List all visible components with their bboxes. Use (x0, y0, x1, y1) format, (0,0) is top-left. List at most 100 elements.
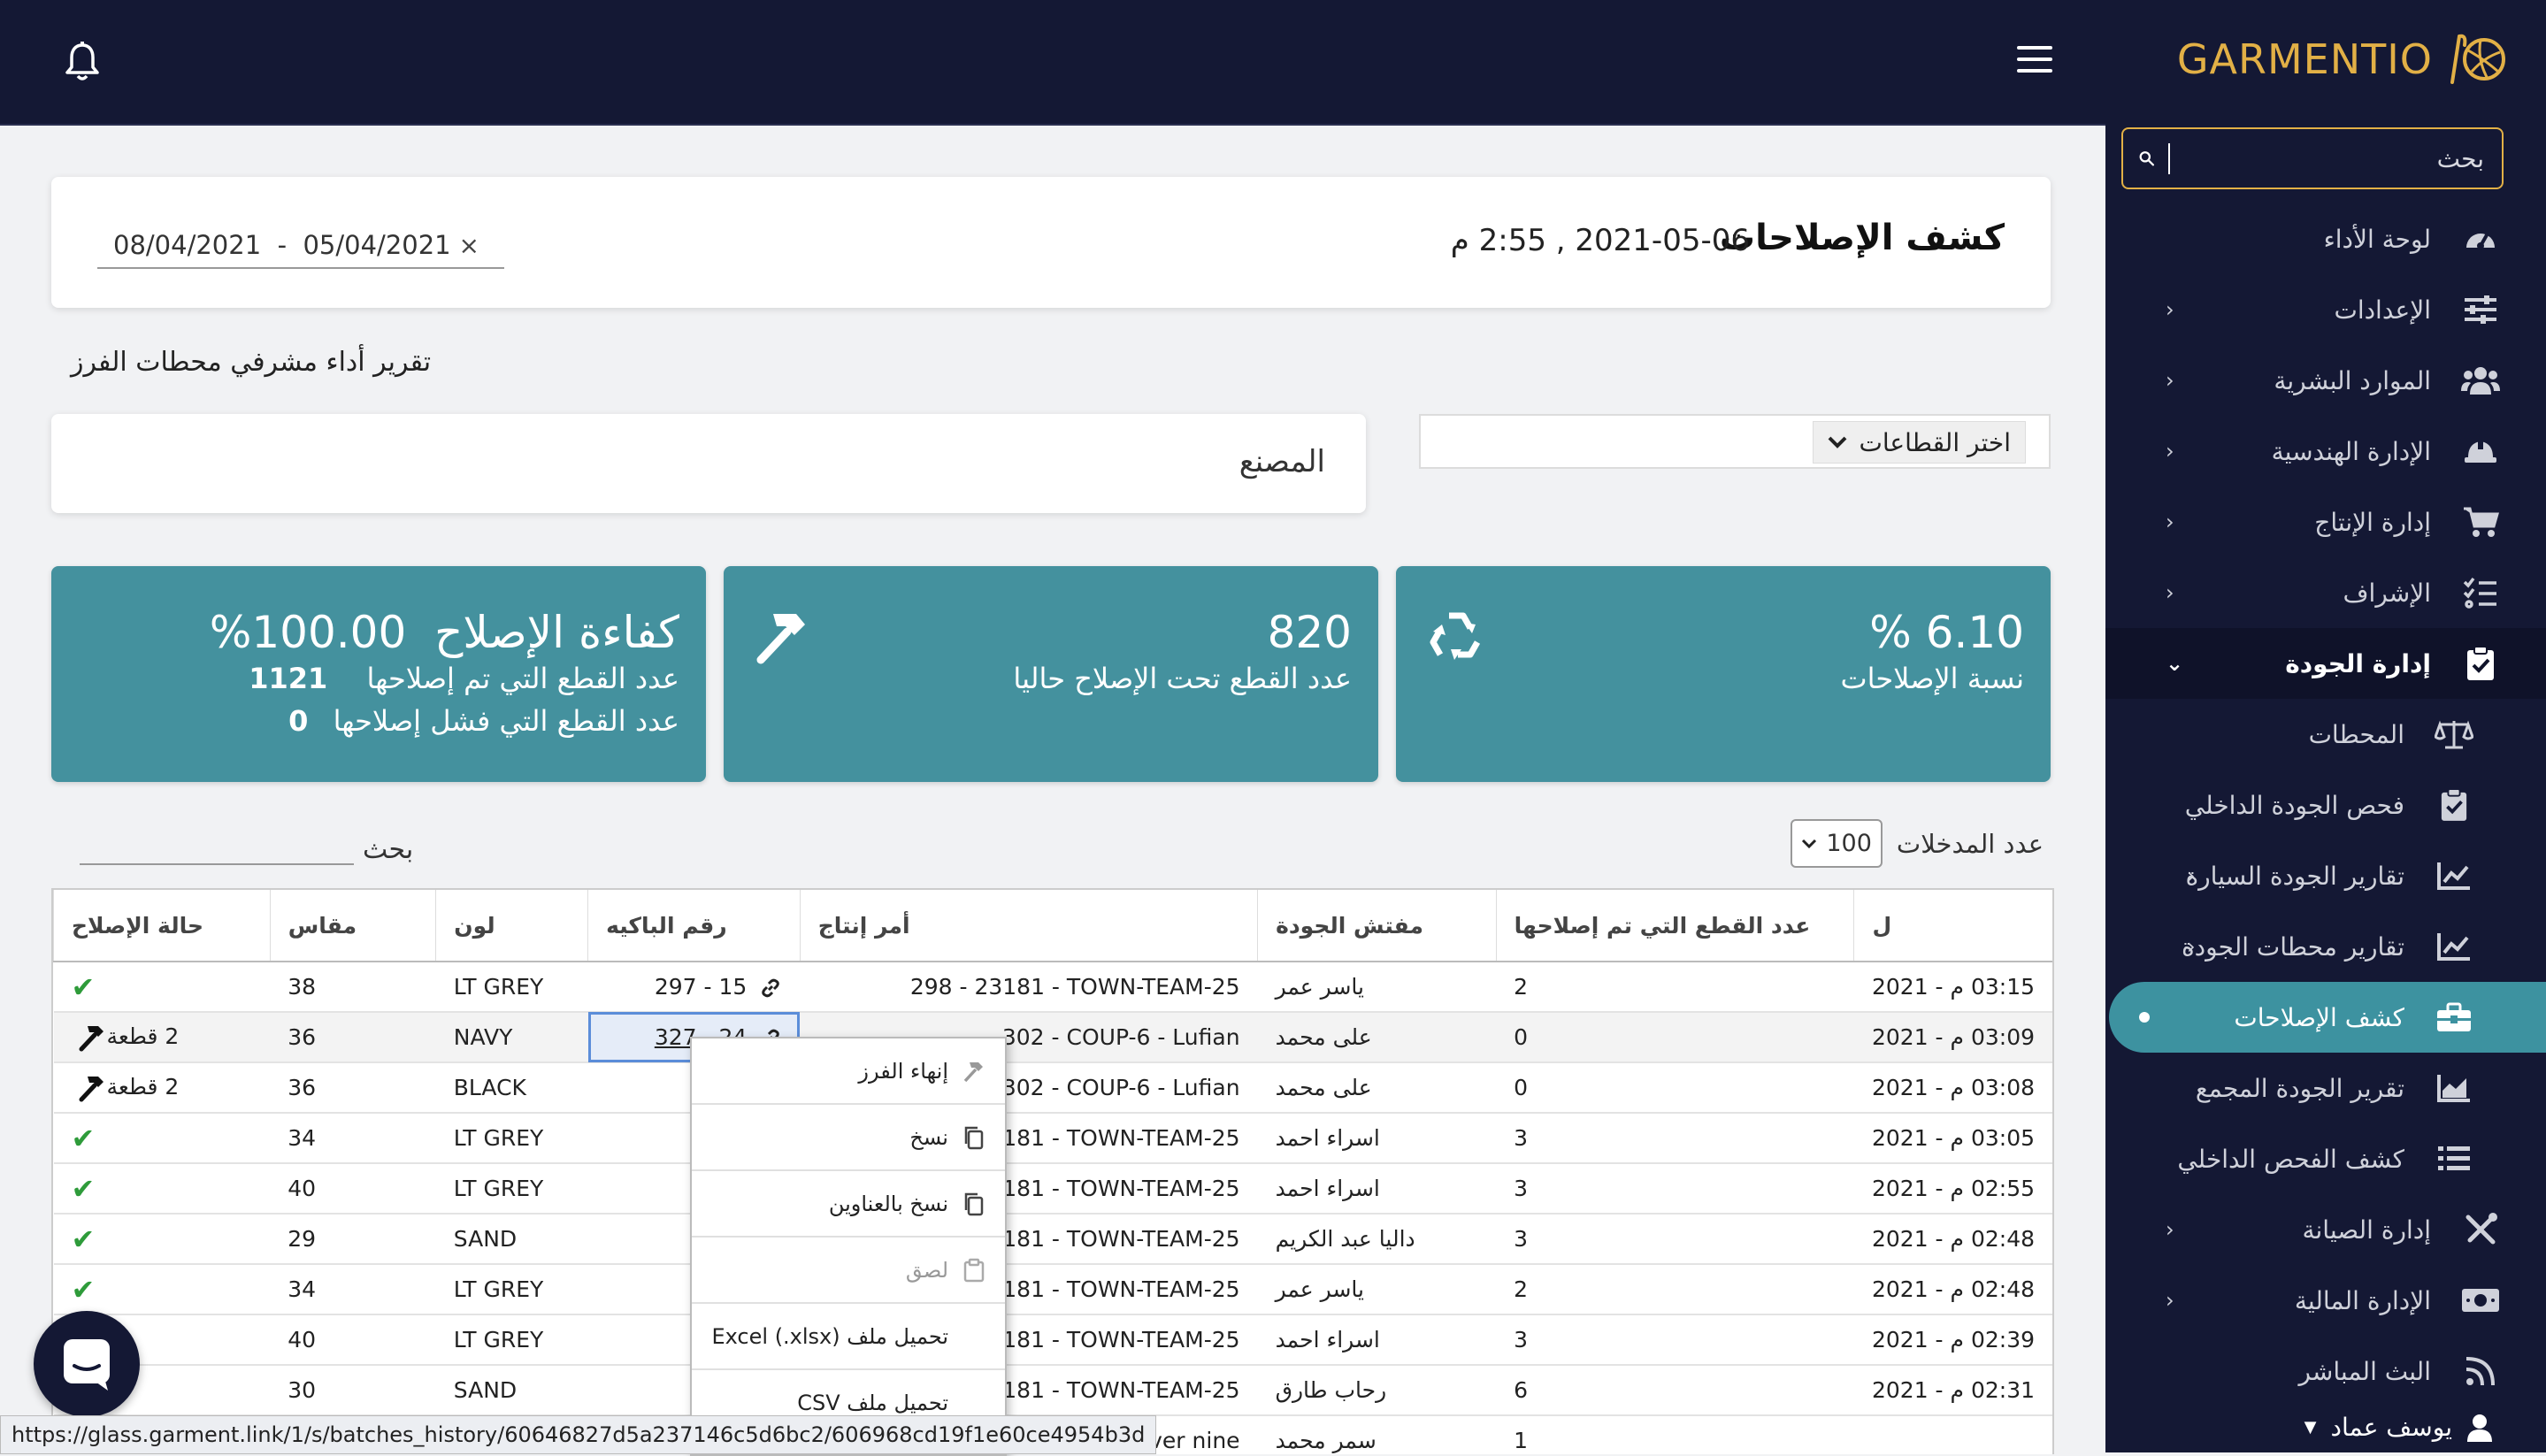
cell-time[interactable]: 03:15 م - 2021 (1853, 962, 2052, 1013)
col-header[interactable]: عدد القطع التي تم إصلاحها (1495, 890, 1854, 962)
col-header[interactable]: أمر إنتاج (799, 890, 1258, 962)
cell-count[interactable]: 0 (1496, 1062, 1854, 1114)
cell-inspector[interactable]: على محمد (1257, 1012, 1497, 1063)
cell-count[interactable]: 3 (1496, 1163, 1854, 1215)
context-menu-copy-with-headers[interactable]: نسخ بالعناوين (692, 1171, 1005, 1238)
col-header[interactable]: مقاس (269, 890, 436, 962)
table-search-input[interactable] (80, 828, 354, 865)
cell-color[interactable]: LT GREY (435, 1163, 588, 1215)
cell-count[interactable]: 3 (1496, 1214, 1854, 1265)
sidebar-item-aggregate-quality[interactable]: تقرير الجودة المجمع (2105, 1053, 2546, 1123)
clear-date-icon[interactable]: × (459, 231, 479, 260)
cell-count[interactable]: 6 (1496, 1365, 1854, 1416)
sidebar-search-input[interactable] (2168, 142, 2486, 174)
cell-status[interactable]: ✔ (53, 1113, 271, 1164)
sidebar-item-settings[interactable]: الإعدادات ‹ (2105, 274, 2546, 345)
cell-size[interactable]: 34 (270, 1264, 436, 1315)
cell-inspector[interactable]: اسراء احمد (1257, 1314, 1497, 1366)
cell-color[interactable]: LT GREY (435, 962, 588, 1013)
sector-select[interactable]: اختر القطاعات (1812, 421, 2026, 464)
cell-count[interactable]: 0 (1496, 1012, 1854, 1063)
cell-size[interactable]: 34 (270, 1113, 436, 1164)
cell-time[interactable]: 02:39 م - 2021 (1853, 1314, 2052, 1366)
table-row[interactable]: 02:31 م - 2021 6 رحاب طارق 298 - 23181 - TO… (53, 1365, 2052, 1416)
col-header[interactable]: حالة الإصلاح (53, 890, 271, 962)
hammer-icon[interactable] (77, 1023, 107, 1053)
col-header[interactable]: مفتش الجودة (1257, 890, 1497, 962)
col-header[interactable]: لون (435, 890, 588, 962)
sidebar-item-live-stream[interactable]: البث المباشر (2105, 1336, 2546, 1406)
cell-order[interactable]: 298 - 23181 - TOWN-TEAM-25 (800, 962, 1258, 1013)
sidebar-item-production[interactable]: إدارة الإنتاج ‹ (2105, 487, 2546, 557)
sidebar-item-internal-inspection-report[interactable]: كشف الفحص الداخلي (2105, 1123, 2546, 1194)
bell-icon[interactable] (64, 41, 101, 81)
sidebar-item-dashboard[interactable]: لوحة الأداء (2105, 203, 2546, 274)
sidebar-item-engineering[interactable]: الإدارة الهندسية ‹ (2105, 416, 2546, 487)
date-range-picker[interactable]: 08/04/2021 - 05/04/2021 × (97, 223, 504, 269)
cell-inspector[interactable]: ياسر عمر (1257, 1264, 1497, 1315)
cell-time[interactable]: 03:09 م - 2021 (1853, 1012, 2052, 1063)
cell-size[interactable]: 30 (270, 1365, 436, 1416)
cell-color[interactable]: NAVY (435, 1012, 588, 1063)
cell-color[interactable]: LT GREY (435, 1314, 588, 1366)
cell-time[interactable] (1853, 1415, 2052, 1454)
cell-inspector[interactable]: داليا عبد الكريم (1257, 1214, 1497, 1265)
cell-status[interactable]: 2 قطعة (53, 1012, 271, 1063)
cell-status[interactable]: ✔ (53, 962, 271, 1013)
cell-size[interactable]: 36 (270, 1012, 436, 1063)
sidebar-item-supervision[interactable]: الإشراف ‹ (2105, 557, 2546, 628)
sidebar-item-maintenance[interactable]: إدارة الصيانة ‹ (2105, 1194, 2546, 1265)
cell-packet[interactable]: 297 - 15 (587, 962, 801, 1013)
sidebar-item-mobile-quality-reports[interactable]: تقارير الجودة السيارة ‹ (2105, 840, 2546, 911)
cell-color[interactable]: SAND (435, 1365, 588, 1416)
col-header[interactable]: ل (1853, 890, 2052, 962)
link-icon[interactable] (759, 977, 782, 1000)
cell-size[interactable]: 38 (270, 962, 436, 1013)
table-row[interactable]: 03:08 م - 2021 0 على محمد 302 - COUP-6 - Lu… (53, 1062, 2052, 1114)
cell-count[interactable]: 1 (1496, 1415, 1854, 1454)
cell-color[interactable]: LT GREY (435, 1113, 588, 1164)
context-menu-finish-sorting[interactable]: إنهاء الفرز (692, 1038, 1005, 1105)
cell-inspector[interactable]: اسراء احمد (1257, 1113, 1497, 1164)
sidebar-search[interactable] (2121, 127, 2504, 189)
cell-color[interactable]: BLACK (435, 1062, 588, 1114)
cell-color[interactable]: SAND (435, 1214, 588, 1265)
table-row[interactable]: 02:48 م - 2021 3 داليا عبد الكريم 298 - 231… (53, 1214, 2052, 1265)
table-row[interactable]: 02:55 م - 2021 3 اسراء احمد 298 - 23181 - T… (53, 1163, 2052, 1215)
cell-time[interactable]: 03:05 م - 2021 (1853, 1113, 2052, 1164)
cell-size[interactable]: 40 (270, 1163, 436, 1215)
menu-toggle-icon[interactable] (2017, 46, 2052, 76)
cell-time[interactable]: 02:48 م - 2021 (1853, 1214, 2052, 1265)
cell-status[interactable]: ✔ (53, 1264, 271, 1315)
cell-size[interactable]: 36 (270, 1062, 436, 1114)
cell-inspector[interactable]: سمر محمد (1257, 1415, 1497, 1454)
cell-count[interactable]: 2 (1496, 962, 1854, 1013)
cell-inspector[interactable]: رحاب طارق (1257, 1365, 1497, 1416)
table-row[interactable]: 03:09 م - 2021 0 على محمد 302 - COUP-6 - Lu… (53, 1012, 2052, 1063)
col-header[interactable]: رقم الباكيه (587, 890, 801, 962)
sidebar-item-stations[interactable]: المحطات (2105, 699, 2546, 770)
cell-status[interactable]: ✔ (53, 1163, 271, 1215)
cell-time[interactable]: 03:08 م - 2021 (1853, 1062, 2052, 1114)
context-menu-download-excel[interactable]: تحميل ملف Excel (.xlsx) (692, 1304, 1005, 1370)
sidebar-item-internal-inspection[interactable]: فحص الجودة الداخلي (2105, 770, 2546, 840)
cell-count[interactable]: 3 (1496, 1314, 1854, 1366)
chat-launcher[interactable] (34, 1311, 140, 1417)
packet-number[interactable]: 297 - 15 (655, 974, 747, 1000)
hammer-icon[interactable] (77, 1073, 107, 1103)
cell-inspector[interactable]: ياسر عمر (1257, 962, 1497, 1013)
context-menu-copy[interactable]: نسخ (692, 1105, 1005, 1171)
sidebar-item-hr[interactable]: الموارد البشرية ‹ (2105, 345, 2546, 416)
cell-inspector[interactable]: على محمد (1257, 1062, 1497, 1114)
table-row[interactable]: 02:48 م - 2021 2 ياسر عمر 298 - 23181 - TOW… (53, 1264, 2052, 1315)
cell-status[interactable]: ✔ (53, 1214, 271, 1265)
cell-time[interactable]: 02:48 م - 2021 (1853, 1264, 2052, 1315)
user-menu[interactable]: يوسف عماد ▼ (2304, 1413, 2493, 1442)
cell-count[interactable]: 2 (1496, 1264, 1854, 1315)
sector-filter[interactable]: اختر القطاعات (1419, 414, 2051, 469)
entries-select[interactable]: 100 (1791, 819, 1883, 868)
search-icon[interactable] (2139, 145, 2154, 172)
cell-color[interactable]: LT GREY (435, 1264, 588, 1315)
sidebar-item-finance[interactable]: الإدارة المالية ‹ (2105, 1265, 2546, 1336)
table-row[interactable]: 02:39 م - 2021 3 اسراء احمد 298 - 23181 - T… (53, 1314, 2052, 1366)
